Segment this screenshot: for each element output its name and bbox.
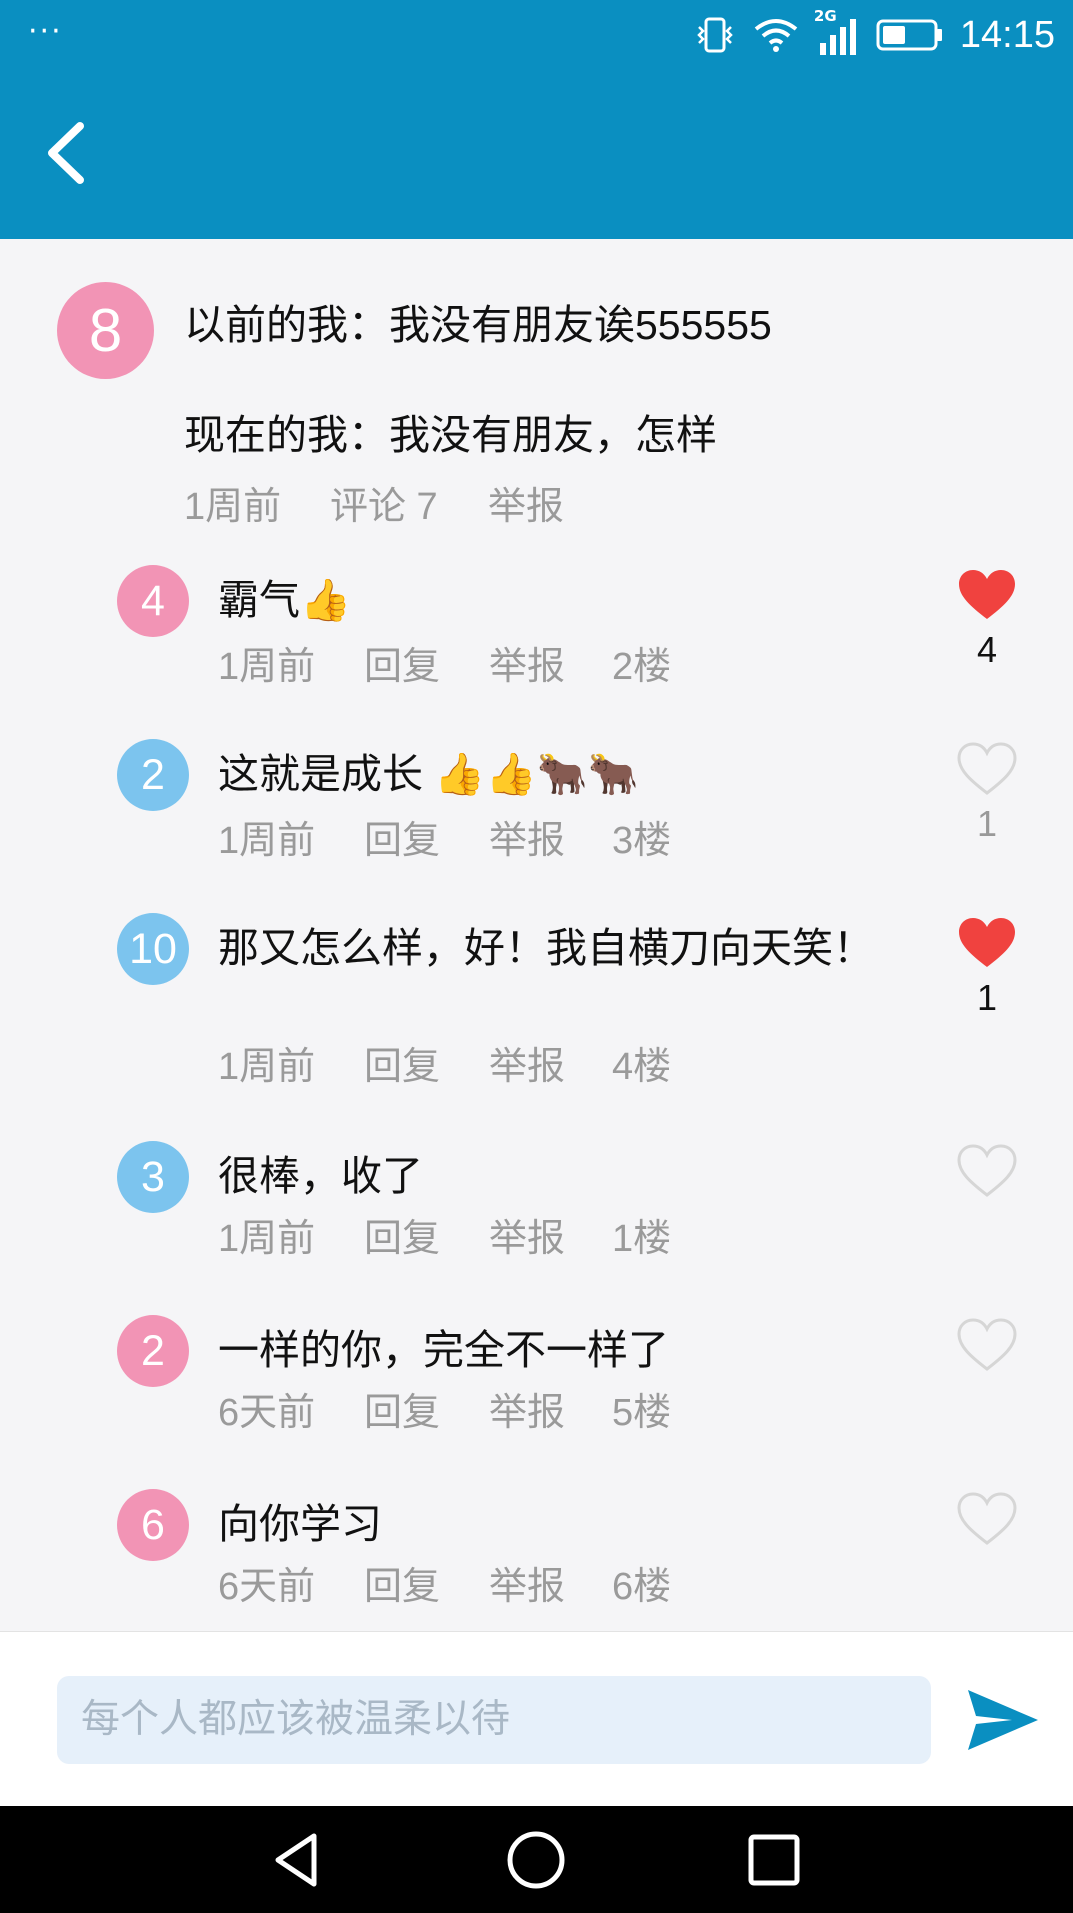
notification-dots: ··· [28, 14, 63, 49]
report-link[interactable]: 举报 [489, 1035, 565, 1090]
like-count: 1 [976, 977, 998, 1018]
comment-text: 一样的你，完全不一样了 [218, 1327, 669, 1373]
heart-icon [959, 570, 1015, 619]
comment-time: 6天前 [218, 1392, 316, 1434]
heart-outline-icon [957, 1318, 1017, 1371]
comment-avatar[interactable]: 2 [117, 1315, 189, 1387]
comment-avatar[interactable]: 3 [117, 1141, 189, 1213]
floor-number: 6楼 [612, 1566, 672, 1608]
comment-item: 3 很棒，收了 1周前 回复 举报 1楼 [0, 1137, 1073, 1287]
floor-number: 3楼 [612, 820, 672, 862]
post-text-line-2: 现在的我：我没有朋友，怎样 [184, 412, 717, 458]
comment-avatar[interactable]: 2 [117, 739, 189, 811]
report-link[interactable]: 举报 [489, 809, 565, 864]
comment-item: 2 一样的你，完全不一样了 6天前 回复 举报 5楼 [0, 1311, 1073, 1461]
system-nav-bar [0, 1806, 1073, 1913]
like-count: 4 [976, 629, 998, 670]
reply-link[interactable]: 回复 [364, 1207, 440, 1262]
floor-number: 4楼 [612, 1046, 672, 1088]
post-report-link[interactable]: 举报 [488, 475, 564, 530]
heart-outline-icon [957, 1492, 1017, 1545]
square-recent-icon [748, 1834, 800, 1886]
reply-link[interactable]: 回复 [364, 635, 440, 690]
reply-link[interactable]: 回复 [364, 809, 440, 864]
heart-icon [959, 918, 1015, 967]
comment-input[interactable] [57, 1676, 931, 1764]
nav-recent-button[interactable] [742, 1828, 806, 1892]
wifi-icon [754, 19, 798, 52]
post-text-line-1: 以前的我：我没有朋友诶555555 [184, 302, 772, 348]
report-link[interactable]: 举报 [489, 1207, 565, 1262]
chevron-left-icon [48, 122, 84, 184]
report-link[interactable]: 举报 [489, 1555, 565, 1610]
comment-avatar[interactable]: 10 [117, 913, 189, 985]
comment-thread: 8 以前的我：我没有朋友诶555555 现在的我：我没有朋友，怎样 1周前 评论… [0, 239, 1073, 1631]
comment-time: 1周前 [218, 646, 316, 688]
comment-time: 1周前 [218, 1218, 316, 1260]
comment-input-bar [0, 1631, 1073, 1807]
floor-number: 5楼 [612, 1392, 672, 1434]
like-button[interactable] [952, 1317, 1022, 1377]
original-post: 8 以前的我：我没有朋友诶555555 现在的我：我没有朋友，怎样 1周前 评论… [0, 239, 1073, 529]
clock: 14:15 [959, 13, 1055, 56]
send-button[interactable] [962, 1684, 1042, 1756]
reply-link[interactable]: 回复 [364, 1035, 440, 1090]
circle-home-icon [507, 1831, 565, 1889]
comment-item: 6 向你学习 6天前 回复 举报 6楼 [0, 1485, 1073, 1625]
cellular-signal: 2G [814, 7, 860, 57]
comment-text: 很棒，收了 [218, 1153, 423, 1199]
like-button[interactable] [952, 1143, 1022, 1203]
heart-outline-icon [957, 1144, 1017, 1197]
like-button[interactable]: 4 [952, 567, 1022, 671]
nav-back-button[interactable] [266, 1828, 330, 1892]
report-link[interactable]: 举报 [489, 635, 565, 690]
vibrate-icon [697, 17, 733, 53]
comment-time: 6天前 [218, 1566, 316, 1608]
comment-time: 1周前 [218, 1046, 316, 1088]
post-avatar[interactable]: 8 [57, 282, 154, 379]
post-time: 1周前 [184, 486, 282, 528]
comment-text: 那又怎么样，好！我自横刀向天笑！ [218, 925, 874, 971]
comment-text: 这就是成长 👍👍🐂🐂 [218, 751, 639, 797]
floor-number: 2楼 [612, 646, 672, 688]
comment-item: 4 霸气👍 1周前 回复 举报 2楼 4 [0, 561, 1073, 711]
nav-home-button[interactable] [504, 1828, 568, 1892]
like-button[interactable]: 1 [952, 915, 1022, 1019]
comment-text: 向你学习 [218, 1501, 382, 1547]
post-comment-count[interactable]: 评论 7 [330, 475, 438, 530]
app-bar [0, 72, 1073, 239]
signal-icon [819, 19, 856, 55]
comment-avatar[interactable]: 6 [117, 1489, 189, 1561]
comment-time: 1周前 [218, 820, 316, 862]
heart-outline-icon [957, 742, 1017, 795]
like-button[interactable]: 1 [952, 741, 1022, 845]
like-count: 1 [976, 803, 998, 844]
back-button[interactable] [36, 118, 96, 188]
battery-icon [876, 19, 942, 51]
floor-number: 1楼 [612, 1218, 672, 1260]
reply-link[interactable]: 回复 [364, 1555, 440, 1610]
comment-avatar[interactable]: 4 [117, 565, 189, 637]
status-bar: ··· 2G 14:15 [0, 0, 1073, 72]
like-button[interactable] [952, 1491, 1022, 1551]
report-link[interactable]: 举报 [489, 1381, 565, 1436]
comment-item: 2 这就是成长 👍👍🐂🐂 1周前 回复 举报 3楼 1 [0, 735, 1073, 885]
send-icon [968, 1690, 1038, 1750]
comment-item: 10 那又怎么样，好！我自横刀向天笑！ 1周前 回复 举报 4楼 1 [0, 909, 1073, 1119]
status-icons: 2G 14:15 [694, 7, 1055, 60]
reply-link[interactable]: 回复 [364, 1381, 440, 1436]
triangle-back-icon [275, 1833, 317, 1887]
comment-text: 霸气👍 [218, 577, 352, 623]
